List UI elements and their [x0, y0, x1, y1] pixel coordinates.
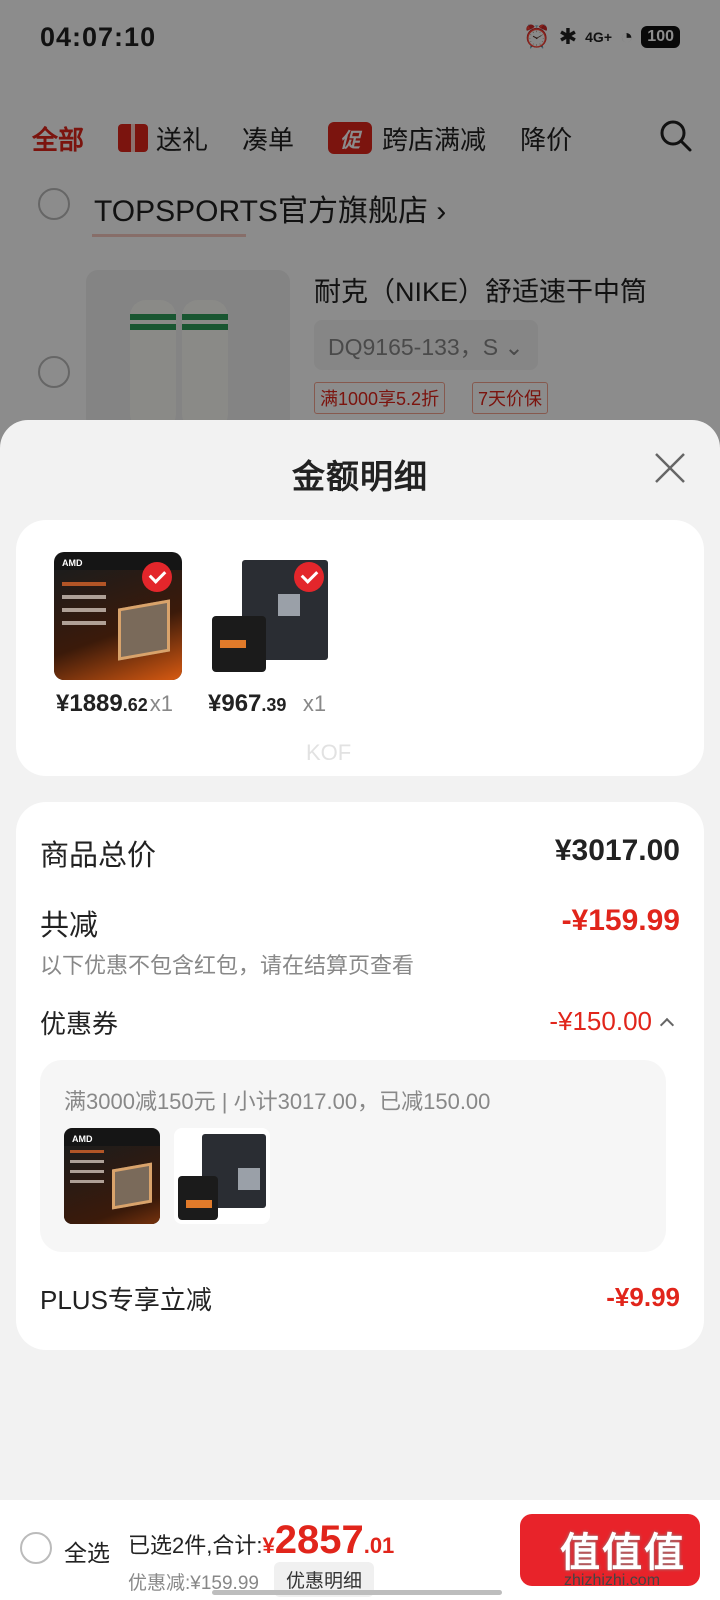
select-all-radio[interactable]: [20, 1532, 52, 1564]
total-price-value: ¥3017.00: [554, 834, 680, 867]
product-price-2: ¥967.39 x1: [208, 690, 326, 718]
price-detail-sheet: 金额明细 AMD ¥1889.62x1 ¥967.39 x1 KOF 商品总价 …: [0, 420, 720, 1600]
discount-label: 共减: [40, 910, 99, 942]
plus-discount-value: -¥9.99: [606, 1282, 680, 1312]
brand-watermark: 值值值: [560, 1531, 686, 1575]
total-amount-decimal: .01: [363, 1533, 395, 1558]
discount-value: -¥159.99: [561, 904, 680, 937]
price-main: ¥1889: [56, 690, 123, 717]
summary-prefix: 已选2件,合计:: [128, 1533, 263, 1558]
currency-symbol: ¥: [262, 1533, 275, 1558]
amd-logo: AMD: [62, 558, 83, 568]
coupon-description: 满3000减150元 | 小计3017.00，已减150.00: [64, 1089, 491, 1114]
brand-url: zhizhizhi.com: [564, 1572, 661, 1589]
price-decimal: .39: [261, 695, 287, 715]
selected-check-icon: [294, 562, 324, 592]
selected-check-icon: [142, 562, 172, 592]
coupon-detail-box: 满3000减150元 | 小计3017.00，已减150.00 AMD: [40, 1060, 666, 1252]
discount-note: 以下优惠不包含红包，请在结算页查看: [40, 953, 415, 978]
quantity: x1: [149, 691, 174, 716]
price-breakdown-card: 商品总价 ¥3017.00 共减 -¥159.99 以下优惠不包含红包，请在结算…: [16, 802, 704, 1350]
close-icon[interactable]: [652, 450, 688, 486]
motherboard-image[interactable]: [206, 552, 334, 680]
plus-discount-label: PLUS专享立减: [40, 1285, 212, 1315]
coupon-toggle[interactable]: -¥150.00: [549, 1006, 675, 1037]
total-price-label: 商品总价: [40, 840, 157, 872]
coupon-product-motherboard-image: [174, 1128, 270, 1224]
select-all-label[interactable]: 全选: [64, 1534, 110, 1568]
coupon-product-cpu-image: AMD: [64, 1128, 160, 1224]
selected-products-card: AMD ¥1889.62x1 ¥967.39 x1 KOF: [16, 520, 704, 776]
watermark: KOF: [306, 740, 352, 765]
total-amount: 2857: [274, 1518, 364, 1562]
sheet-title: 金额明细: [292, 458, 428, 495]
coupon-value: -¥150.00: [549, 1006, 652, 1036]
quantity: x1: [302, 691, 327, 716]
order-summary: 已选2件,合计: ¥ 2857 .01: [128, 1520, 394, 1560]
home-indicator[interactable]: [212, 1590, 502, 1595]
price-decimal: .62: [122, 695, 148, 715]
chevron-up-icon: [659, 1017, 675, 1032]
coupon-label: 优惠券: [40, 1009, 119, 1039]
price-main: ¥967: [208, 690, 262, 717]
amd-cpu-box-image[interactable]: AMD: [54, 552, 182, 680]
product-price-1: ¥1889.62x1: [56, 690, 173, 718]
